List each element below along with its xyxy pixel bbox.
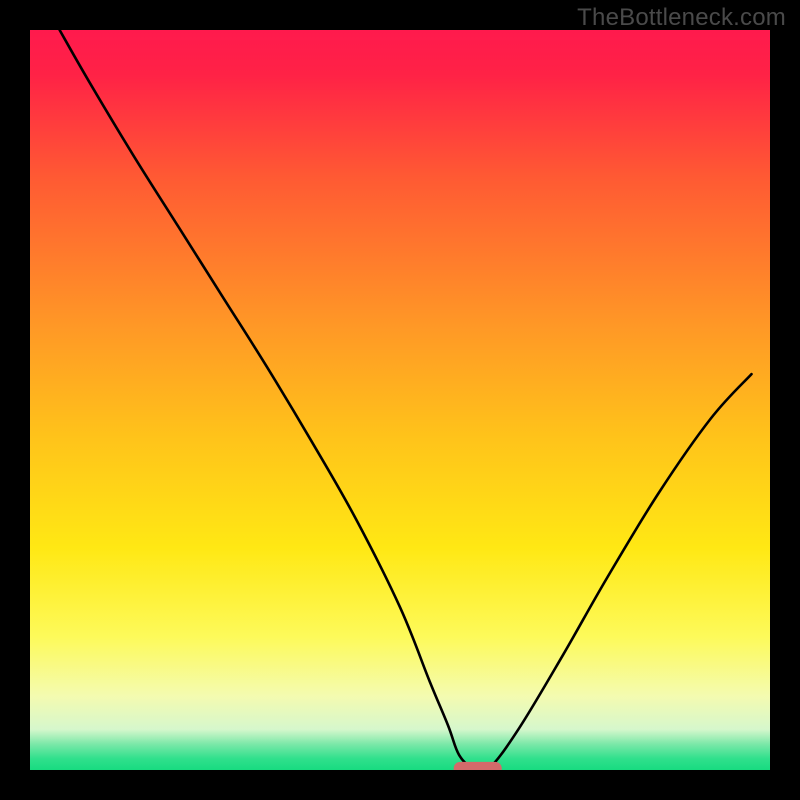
watermark-label: TheBottleneck.com [577,4,786,32]
optimal-range-marker [454,762,502,775]
chart-canvas [0,0,800,800]
bottleneck-chart: TheBottleneck.com [0,0,800,800]
plot-background-gradient [30,30,770,770]
